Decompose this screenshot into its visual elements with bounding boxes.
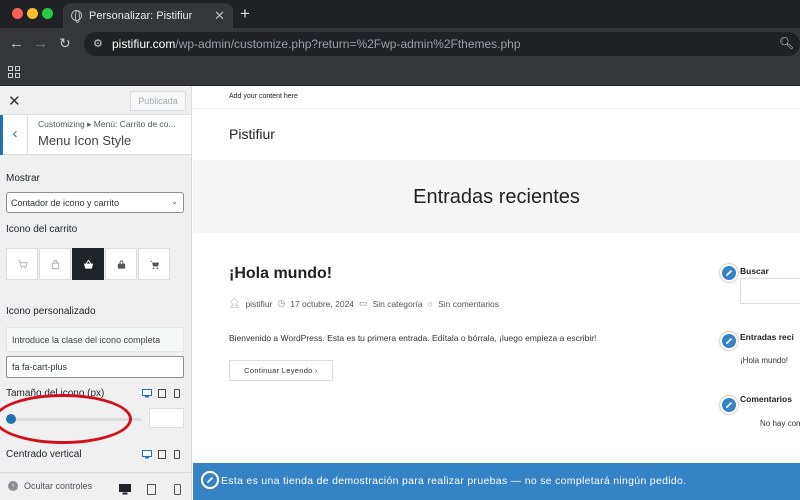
zoom-icon[interactable]: 🔍︎ [779,36,794,50]
custom-icon-label: Icono personalizado [6,306,96,317]
new-tab-button[interactable]: + [240,4,250,24]
pencil-icon[interactable] [720,332,738,350]
site-title[interactable]: Pistifiur [229,126,275,142]
cart-icon [149,260,159,269]
widget-search-title: Buscar [740,266,769,276]
show-select[interactable]: Contador de icono y carrito ⌄ [6,192,184,213]
comment-icon: ○ [427,298,434,309]
desktop-icon[interactable] [142,389,152,398]
chevron-down-icon: ⌄ [171,197,178,206]
zoom-window-button[interactable] [42,8,53,19]
show-label: Mostrar [6,173,40,184]
bag-icon [117,259,125,269]
tablet-icon[interactable] [147,482,156,500]
show-select-value: Contador de icono y carrito [11,198,120,208]
site-settings-icon[interactable]: ⚙ [93,37,103,50]
cart-icon-option-3-selected[interactable] [72,248,104,280]
post-excerpt: Bienvenido a WordPress. Esta es tu prime… [229,333,597,343]
post-date[interactable]: 17 octubre, 2024 [290,299,354,309]
page-title: Entradas recientes [413,186,580,208]
browser-tab-bar: Personalizar: Pistifiur ✕ + [0,0,800,28]
reload-icon[interactable]: ↻ [59,35,71,52]
url-text: pistifiur.com/wp-admin/customize.php?ret… [112,37,521,51]
pencil-icon[interactable] [720,264,738,282]
read-more-button[interactable]: Continuar Leyendo › [229,360,333,381]
widget-recent-title: Entradas reci [740,332,794,342]
hide-controls-button[interactable]: ‹ Ocultar controles [8,481,92,491]
post-meta: 👤︎ pistifiur ◷ 17 octubre, 2024 ▭ Sin ca… [229,298,499,309]
site-preview: Add your content here Pistifiur Entradas… [193,86,800,500]
desktop-icon[interactable] [142,450,152,459]
cart-icon-label: Icono del carrito [6,224,78,235]
widget-recent-item[interactable]: ¡Hola mundo! [740,356,788,365]
custom-icon-info: Introduce la clase del icono completa [6,327,184,352]
desktop-icon[interactable] [119,482,131,500]
post-comments[interactable]: Sin comentarios [438,299,499,309]
search-input[interactable] [740,278,800,304]
minimize-window-button[interactable] [27,8,38,19]
pencil-icon[interactable] [720,396,738,414]
breadcrumb: Customizing ▸ Menú: Carrito de co... [38,119,176,129]
custom-icon-input[interactable]: fa fa-cart-plus [6,356,184,378]
pencil-icon[interactable] [201,471,219,489]
tab-close-icon[interactable]: ✕ [214,8,225,24]
widget-comments-text: No hay com [760,419,800,428]
icon-size-device-switcher [142,389,182,398]
customizer-footer: ‹ Ocultar controles [0,472,191,500]
centered-device-switcher [142,450,182,459]
clock-icon: ◷ [277,298,286,308]
cart-icon-option-2[interactable] [39,248,71,280]
demo-store-banner: Esta es una tienda de demostración para … [193,463,800,500]
tab-title: Personalizar: Pistifiur [89,9,193,22]
page-hero: Entradas recientes [193,160,800,233]
icon-size-value-input[interactable] [149,408,184,428]
demo-banner-text: Esta es una tienda de demostración para … [221,475,687,487]
globe-icon [71,10,82,23]
hide-controls-label: Ocultar controles [24,481,93,491]
address-bar[interactable]: ⚙ pistifiur.com/wp-admin/customize.php?r… [84,32,800,56]
post-category[interactable]: Sin categoría [373,299,423,309]
apps-icon[interactable] [8,66,20,78]
cart-icon-option-5[interactable] [138,248,170,280]
tablet-icon[interactable] [157,450,167,459]
read-more-label: Continuar Leyendo [244,366,313,375]
widget-comments-title: Comentarios [740,394,792,404]
mobile-icon[interactable] [174,482,181,500]
customizer-sidebar: ✕ Publicada ‹ Customizing ▸ Menú: Carrit… [0,86,192,500]
top-bar-note: Add your content here [229,93,298,100]
close-window-button[interactable] [12,8,23,19]
chevron-left-icon: ‹ [8,481,18,491]
close-icon[interactable]: ✕ [8,92,21,110]
address-bar-row: ← → ↻ ⚙ pistifiur.com/wp-admin/customize… [0,28,800,60]
folder-icon: ▭ [359,298,368,308]
centered-label: Centrado vertical [6,449,82,460]
cart-icon-option-4[interactable] [105,248,137,280]
user-icon: 👤︎ [229,298,241,308]
basket-icon [83,259,93,269]
red-annotation-circle [0,394,132,444]
forward-icon[interactable]: → [33,35,48,52]
post-author[interactable]: pistifiur [245,299,272,309]
cart-icon [17,259,28,269]
cart-icon-options [6,248,171,280]
chevron-left-icon[interactable]: ‹ [0,115,28,155]
mobile-icon[interactable] [172,450,182,459]
browser-tab[interactable]: Personalizar: Pistifiur ✕ [63,3,233,28]
section-title: Menu Icon Style [38,133,132,148]
back-icon[interactable]: ← [9,35,24,52]
tablet-icon[interactable] [157,389,167,398]
customizer-header: ✕ Publicada [0,86,191,115]
bookmarks-bar [0,60,800,86]
post-title[interactable]: ¡Hola mundo! [229,265,332,283]
divider [193,108,800,109]
cart-icon-option-1[interactable] [6,248,38,280]
bag-icon [51,259,59,269]
section-header: ‹ Customizing ▸ Menú: Carrito de co... M… [0,115,191,155]
mobile-icon[interactable] [172,389,182,398]
publish-button[interactable]: Publicada [130,91,186,111]
